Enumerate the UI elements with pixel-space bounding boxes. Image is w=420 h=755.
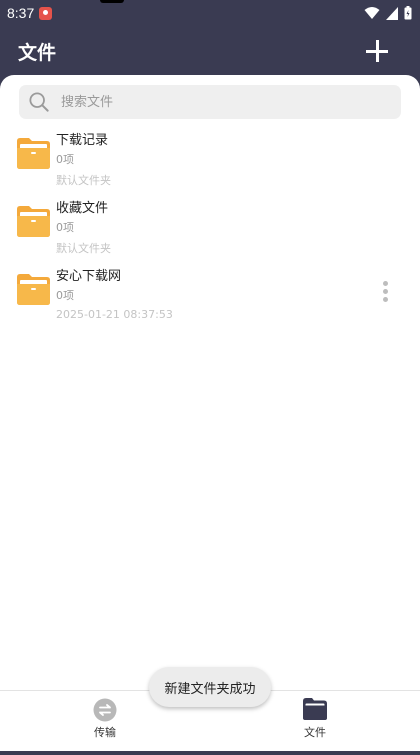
- more-options-icon[interactable]: [377, 280, 395, 304]
- folder-item[interactable]: 下载记录 0项 默认文件夹: [0, 126, 420, 192]
- wifi-icon: [364, 7, 380, 19]
- nav-label-transfer: 传输: [94, 726, 116, 739]
- app-header: 文件: [0, 28, 420, 76]
- battery-icon: [404, 6, 412, 20]
- system-nav-strip: [0, 751, 420, 755]
- folder-icon: [303, 698, 327, 720]
- folder-icon: [17, 274, 50, 305]
- folder-item-count: 0项: [56, 289, 74, 302]
- folder-timestamp: 2025-01-21 08:37:53: [56, 308, 173, 321]
- camera-notch: [100, 0, 124, 3]
- search-bar[interactable]: [19, 85, 401, 119]
- nav-item-transfer[interactable]: 传输: [65, 691, 145, 752]
- notification-icon: [39, 7, 52, 20]
- folder-icon: [17, 206, 50, 237]
- folder-name: 收藏文件: [56, 201, 109, 216]
- search-input[interactable]: [61, 85, 381, 119]
- status-bar: 8:37: [0, 0, 420, 28]
- folder-item[interactable]: 收藏文件 0项 默认文件夹: [0, 194, 420, 260]
- search-icon: [29, 92, 49, 112]
- toast-message: 新建文件夹成功: [149, 667, 271, 707]
- folder-subtitle: 默认文件夹: [56, 174, 111, 187]
- folder-item-count: 0项: [56, 153, 74, 166]
- file-list-panel: 下载记录 0项 默认文件夹 收藏文件 0项 默认文件夹 安心下载网 0项 202…: [0, 75, 420, 690]
- status-time: 8:37: [7, 5, 35, 21]
- nav-label-files: 文件: [304, 726, 326, 739]
- folder-subtitle: 默认文件夹: [56, 242, 111, 255]
- folder-name: 下载记录: [56, 133, 109, 148]
- folder-icon: [17, 138, 50, 169]
- folder-item[interactable]: 安心下载网 0项 2025-01-21 08:37:53: [0, 262, 420, 328]
- status-icons: [364, 6, 412, 20]
- transfer-icon: [93, 698, 117, 722]
- add-folder-button[interactable]: [362, 36, 392, 66]
- folder-name: 安心下载网: [56, 269, 122, 284]
- nav-item-files[interactable]: 文件: [275, 691, 355, 752]
- folder-item-count: 0项: [56, 221, 74, 234]
- page-title: 文件: [18, 42, 57, 64]
- signal-icon: [386, 6, 398, 20]
